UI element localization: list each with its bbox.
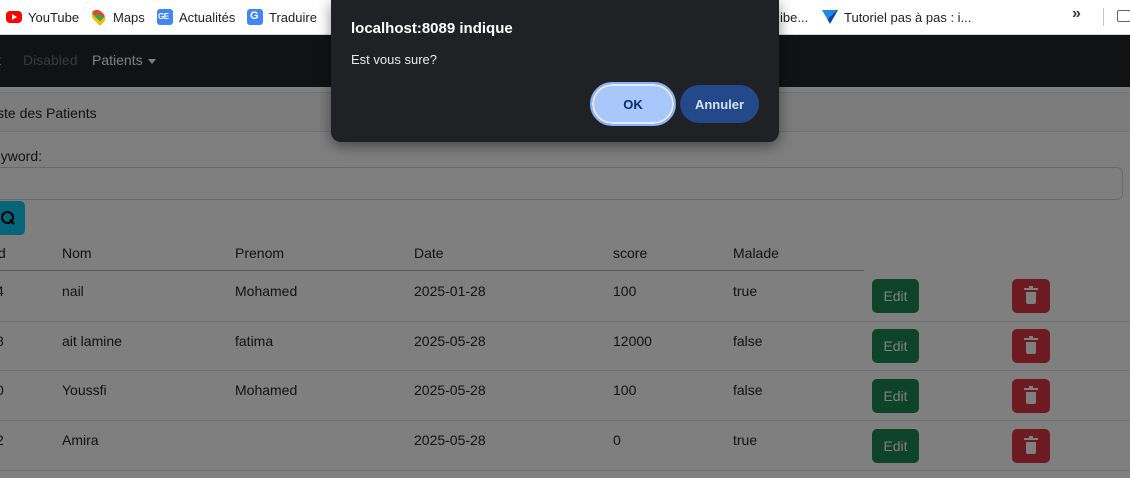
dialog-message: Est vous sure?: [351, 52, 437, 67]
confirm-dialog: localhost:8089 indique Est vous sure? OK…: [331, 0, 779, 142]
more-bookmarks-icon[interactable]: »: [1072, 5, 1081, 23]
bookmark-label: Maps: [113, 9, 145, 25]
bookmark-actualites[interactable]: Actualités: [157, 7, 235, 27]
bookmark-maps[interactable]: Maps: [89, 7, 145, 27]
google-translate-icon: [247, 9, 263, 25]
youtube-icon: [6, 11, 22, 23]
bookmark-truncated[interactable]: ibe...: [780, 7, 808, 27]
bookmark-label: ibe...: [780, 9, 809, 25]
bookmark-tutoriel[interactable]: Tutoriel pas à pas : i...: [822, 7, 971, 27]
bookmark-label: Actualités: [179, 9, 236, 25]
bookmark-traduire[interactable]: Traduire: [247, 7, 317, 27]
bookmark-label: Traduire: [269, 9, 317, 25]
bookmark-label: Tutoriel pas à pas : i...: [844, 9, 972, 25]
google-news-icon: [157, 9, 173, 25]
dialog-title: localhost:8089 indique: [351, 20, 513, 37]
bookmark-youtube[interactable]: YouTube: [6, 7, 79, 27]
bookmark-label: YouTube: [28, 9, 80, 25]
maps-icon: [89, 7, 108, 26]
folder-icon[interactable]: [1117, 10, 1130, 22]
ok-button[interactable]: OK: [590, 82, 676, 126]
cancel-button[interactable]: Annuler: [680, 85, 759, 123]
tutorial-icon: [822, 9, 838, 25]
bookmarks-divider: [1103, 8, 1104, 26]
